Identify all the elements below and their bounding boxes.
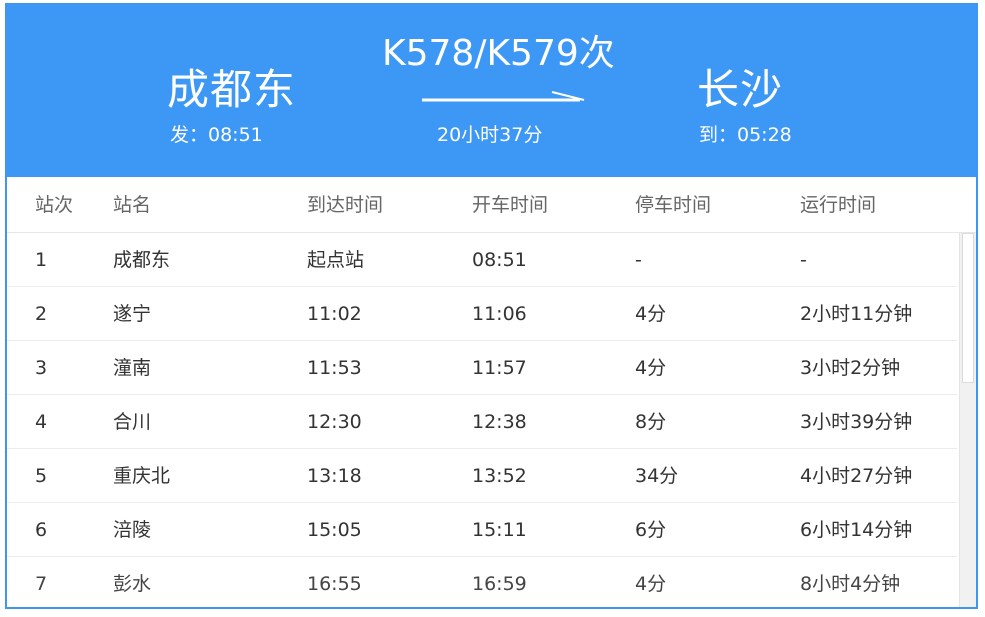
column-header-arrival: 到达时间 — [307, 194, 384, 216]
table-row: 5 重庆北 13:18 13:52 34分 4小时27分钟 — [7, 449, 957, 503]
stop-duration-cell: 34分 — [635, 465, 679, 487]
arrival-time-cell: 12:30 — [307, 411, 362, 433]
train-detail-panel: K578/K579次 成都东 发：08:51 20小时37分 长沙 到：05:2… — [5, 3, 978, 609]
departure-time-cell: 11:57 — [472, 357, 527, 379]
departure-time-cell: 16:59 — [472, 573, 527, 595]
train-number: K578/K579次 — [382, 33, 615, 74]
departure-time-cell: 15:11 — [472, 519, 527, 541]
station-name: 成都东 — [113, 249, 171, 271]
station-name: 潼南 — [113, 357, 152, 379]
table-row: 7 彭水 16:55 16:59 4分 8小时4分钟 — [7, 557, 957, 607]
table-row: 1 成都东 起点站 08:51 - - — [7, 233, 957, 287]
stop-number: 7 — [35, 573, 48, 595]
station-name: 重庆北 — [113, 465, 171, 487]
run-time-cell: 2小时11分钟 — [800, 303, 913, 325]
station-name: 涪陵 — [113, 519, 152, 541]
table-scrollbar[interactable] — [959, 233, 976, 607]
departure-time-cell: 11:06 — [472, 303, 527, 325]
departure-time-cell: 12:38 — [472, 411, 527, 433]
column-header-station: 站名 — [113, 194, 152, 216]
run-time-cell: 6小时14分钟 — [800, 519, 913, 541]
station-name: 遂宁 — [113, 303, 152, 325]
table-row: 3 潼南 11:53 11:57 4分 3小时2分钟 — [7, 341, 957, 395]
stop-duration-cell: 4分 — [635, 303, 667, 325]
stop-number: 4 — [35, 411, 48, 433]
run-time-cell: 8小时4分钟 — [800, 573, 901, 595]
stop-number: 2 — [35, 303, 48, 325]
departure-time: 发：08:51 — [170, 124, 263, 146]
station-name: 合川 — [113, 411, 152, 433]
run-time-cell: 3小时39分钟 — [800, 411, 913, 433]
table-row: 6 涪陵 15:05 15:11 6分 6小时14分钟 — [7, 503, 957, 557]
stop-duration-cell: 8分 — [635, 411, 667, 433]
route-header: K578/K579次 成都东 发：08:51 20小时37分 长沙 到：05:2… — [7, 5, 976, 177]
stop-duration-cell: - — [635, 249, 642, 271]
travel-duration: 20小时37分 — [437, 124, 543, 146]
stop-duration-cell: 4分 — [635, 357, 667, 379]
run-time-cell: 3小时2分钟 — [800, 357, 901, 379]
arrival-station: 长沙 — [697, 65, 784, 114]
stop-duration-cell: 4分 — [635, 573, 667, 595]
departure-time-cell: 13:52 — [472, 465, 527, 487]
stop-number: 1 — [35, 249, 48, 271]
station-name: 彭水 — [113, 573, 152, 595]
arrival-time-cell: 11:53 — [307, 357, 362, 379]
stops-table: 站次 站名 到达时间 开车时间 停车时间 运行时间 1 成都东 起点站 08:5… — [7, 177, 976, 607]
scrollbar-thumb[interactable] — [962, 233, 974, 383]
run-time-cell: - — [800, 249, 807, 271]
stop-duration-cell: 6分 — [635, 519, 667, 541]
table-row: 4 合川 12:30 12:38 8分 3小时39分钟 — [7, 395, 957, 449]
departure-time-cell: 08:51 — [472, 249, 527, 271]
column-header-run-time: 运行时间 — [800, 194, 877, 216]
column-header-departure: 开车时间 — [472, 194, 549, 216]
arrival-time-cell: 起点站 — [307, 249, 365, 271]
table-header: 站次 站名 到达时间 开车时间 停车时间 运行时间 — [7, 177, 976, 233]
stop-number: 5 — [35, 465, 48, 487]
departure-station: 成都东 — [167, 65, 297, 114]
route-arrow-icon — [422, 91, 585, 102]
column-header-stop-no: 站次 — [35, 194, 74, 216]
run-time-cell: 4小时27分钟 — [800, 465, 913, 487]
arrival-time-cell: 15:05 — [307, 519, 362, 541]
column-header-stop-time: 停车时间 — [635, 194, 712, 216]
table-body: 1 成都东 起点站 08:51 - - 2 遂宁 11:02 11:06 4分 … — [7, 233, 957, 607]
arrival-time-cell: 16:55 — [307, 573, 362, 595]
stop-number: 6 — [35, 519, 48, 541]
arrival-time-cell: 13:18 — [307, 465, 362, 487]
table-row: 2 遂宁 11:02 11:06 4分 2小时11分钟 — [7, 287, 957, 341]
arrival-time: 到：05:28 — [699, 124, 792, 146]
stop-number: 3 — [35, 357, 48, 379]
arrival-time-cell: 11:02 — [307, 303, 362, 325]
